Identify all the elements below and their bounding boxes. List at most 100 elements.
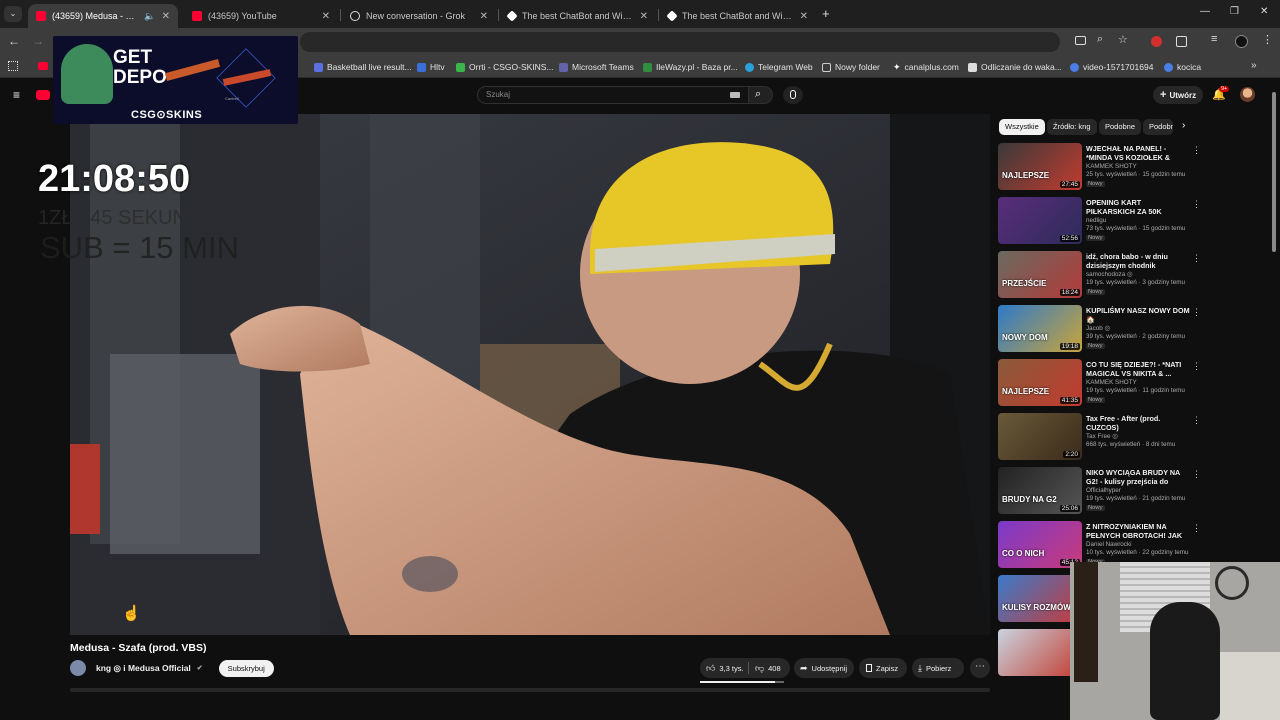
recommendation-channel[interactable]: Daniel Nawrocki — [1086, 541, 1132, 548]
bookmark-item[interactable]: IleWazy.pl - Baza pr... — [643, 60, 738, 74]
recommendation-title[interactable]: idź, chora babo - w dniu dzisiejszym cho… — [1086, 252, 1190, 270]
download-button[interactable]: ⤓ Pobierz — [918, 660, 951, 676]
keyboard-icon[interactable] — [730, 92, 740, 98]
bookmark-star-icon[interactable]: ☆ — [1118, 33, 1128, 46]
extensions-icon[interactable] — [1176, 36, 1187, 47]
recommendation-channel[interactable]: nedligu — [1086, 217, 1106, 224]
recommendation-item[interactable]: BRUDY NA G2 25:06 NIKO WYCIĄGA BRUDY NA G2… — [998, 467, 1201, 517]
hamburger-menu-icon[interactable]: ≡ — [13, 88, 20, 102]
restore-icon[interactable]: ❐ — [1230, 6, 1239, 17]
recommendation-title[interactable]: WJECHAŁ NA PANEL! - *MINDA VS KOZIOŁEK &… — [1086, 144, 1190, 162]
video-thumbnail[interactable]: 52:56 — [998, 197, 1082, 244]
share-button[interactable]: ➦ Udostępnij — [800, 660, 847, 676]
video-thumbnail[interactable]: NAJLEPSZE 41:35 — [998, 359, 1082, 406]
recommendation-item[interactable]: PRZEJŚCIE 18:24 idź, chora babo - w dniu d… — [998, 251, 1201, 301]
dislike-button[interactable]: 👎︎ 408 — [755, 660, 781, 676]
bookmark-item[interactable]: Telegram Web — [745, 60, 813, 74]
bookmark-item[interactable]: video-1571701694 — [1070, 60, 1153, 74]
video-thumbnail[interactable]: CO O NICH45:12 — [998, 521, 1082, 568]
recommendation-item[interactable]: NAJLEPSZE 41:35 CO TU SIĘ DZIEJE?! - *NATI… — [998, 359, 1201, 409]
extension-red-icon[interactable] — [1151, 36, 1162, 47]
channel-name[interactable]: kng ◎ i Medusa Official — [96, 663, 191, 674]
more-options-icon[interactable]: ⋮ — [1192, 523, 1201, 534]
more-options-icon[interactable]: ⋮ — [1192, 145, 1201, 156]
chips-next-icon[interactable]: › — [1182, 120, 1185, 131]
more-options-icon[interactable]: ⋮ — [1192, 361, 1201, 372]
chip-all[interactable]: Wszystkie — [999, 119, 1045, 135]
recommendation-item[interactable]: NAJLEPSZE 27:45 WJECHAŁ NA PANEL! - *MINDA… — [998, 143, 1201, 193]
media-control-icon[interactable]: ≡ — [1211, 33, 1217, 45]
video-thumbnail[interactable]: NOWY DOM 19:18 — [998, 305, 1082, 352]
recommendation-title[interactable]: CO TU SIĘ DZIEJE?! - *NATI MAGICAL VS NI… — [1086, 360, 1190, 378]
browser-tab-1[interactable]: (43659) YouTube ✕ — [184, 4, 338, 28]
close-tab-icon[interactable]: ✕ — [640, 11, 648, 22]
bookmark-folder[interactable]: Nowy folder — [822, 60, 880, 74]
recommendation-channel[interactable]: KAMMEK SHOTY — [1086, 163, 1137, 170]
cast-icon[interactable] — [1075, 36, 1086, 45]
more-bookmarks-icon[interactable]: » — [1251, 60, 1257, 71]
more-options-icon[interactable]: ⋮ — [1192, 199, 1201, 210]
close-window-icon[interactable]: ✕ — [1260, 6, 1268, 17]
bookmark-item[interactable]: Basketball live result... — [314, 60, 412, 74]
more-options-icon[interactable]: ⋮ — [1192, 253, 1201, 264]
close-tab-icon[interactable]: ✕ — [162, 11, 170, 22]
browser-tab-0[interactable]: (43659) Medusa - Szafa (pr 🔈 ✕ — [28, 4, 178, 28]
more-options-icon[interactable]: ⋮ — [1192, 469, 1201, 480]
address-bar[interactable] — [300, 32, 1060, 52]
forward-icon[interactable]: → — [32, 34, 44, 48]
recommendation-channel[interactable]: Jacob ◎ — [1086, 325, 1110, 332]
browser-menu-icon[interactable]: ⋮ — [1262, 33, 1273, 46]
bookmark-item[interactable]: Hltv — [417, 60, 445, 74]
close-tab-icon[interactable]: ✕ — [480, 11, 488, 22]
youtube-bookmark-icon[interactable] — [38, 62, 48, 70]
recommendation-channel[interactable]: Tax Free ◎ — [1086, 433, 1118, 440]
chip-similar-2[interactable]: Podobne — [1143, 119, 1173, 135]
recommendation-item[interactable]: 52:56 OPENING KART PIŁKARSKICH ZA 50K (ME… — [998, 197, 1201, 247]
new-tab-button[interactable]: + — [822, 6, 830, 21]
browser-tab-3[interactable]: The best ChatBot and Widgets ✕ — [500, 4, 656, 28]
recommendation-channel[interactable]: samochodoza ◎ — [1086, 271, 1132, 278]
recommendation-item[interactable]: 2:20 Tax Free - After (prod. CUZCOS) Tax F… — [998, 413, 1201, 463]
video-player[interactable] — [70, 114, 990, 635]
zoom-icon[interactable]: ⌕ — [1097, 33, 1103, 46]
close-tab-icon[interactable]: ✕ — [800, 11, 808, 22]
back-icon[interactable]: ← — [8, 34, 20, 48]
video-thumbnail[interactable]: PRZEJŚCIE 18:24 — [998, 251, 1082, 298]
minimize-icon[interactable]: — — [1200, 6, 1210, 17]
page-scrollbar[interactable] — [1272, 92, 1276, 252]
subscribe-button[interactable]: Subskrybuj — [218, 659, 274, 677]
recommendation-title[interactable]: OPENING KART PIŁKARSKICH ZA 50K (MERGHAN… — [1086, 198, 1190, 216]
close-tab-icon[interactable]: ✕ — [322, 11, 330, 22]
video-thumbnail[interactable]: NAJLEPSZE 27:45 — [998, 143, 1082, 190]
more-actions-icon[interactable]: ⋯ — [970, 658, 990, 678]
chip-source[interactable]: Źródło: kng — [1047, 119, 1097, 135]
bookmark-item[interactable]: Orrti - CSGO-SKINS... — [456, 60, 554, 74]
profile-avatar[interactable] — [1235, 35, 1248, 48]
browser-tab-2[interactable]: New conversation - Grok ✕ — [342, 4, 496, 28]
recommendation-channel[interactable]: KAMMEK SHOTY — [1086, 379, 1137, 386]
channel-avatar[interactable] — [70, 660, 86, 676]
recommendation-title[interactable]: Tax Free - After (prod. CUZCOS) — [1086, 414, 1190, 432]
video-thumbnail[interactable]: 2:20 — [998, 413, 1082, 460]
tab-search-button[interactable]: ⌄ — [4, 6, 22, 22]
save-button[interactable]: Zapisz — [866, 660, 898, 676]
recommendation-channel[interactable]: Officialhyper — [1086, 487, 1121, 494]
bookmark-item[interactable]: ✦ canalplus.com — [893, 60, 959, 74]
voice-search-button[interactable] — [783, 86, 803, 104]
search-input[interactable]: Szukaj — [477, 86, 749, 104]
bookmark-item[interactable]: Odliczanie do waka... — [968, 60, 1062, 74]
video-thumbnail[interactable]: BRUDY NA G2 25:06 — [998, 467, 1082, 514]
apps-grid-icon[interactable] — [8, 61, 18, 71]
recommendation-title[interactable]: KUPILIŚMY NASZ NOWY DOM 🏠 — [1086, 306, 1190, 324]
browser-tab-4[interactable]: The best ChatBot and Widgets ✕ — [660, 4, 816, 28]
more-options-icon[interactable]: ⋮ — [1192, 307, 1201, 318]
bookmark-item[interactable]: kocica — [1164, 60, 1201, 74]
recommendation-title[interactable]: NIKO WYCIĄGA BRUDY NA G2! - kulisy przej… — [1086, 468, 1190, 486]
search-button[interactable]: ⌕ — [749, 86, 773, 104]
create-button[interactable]: + Utwórz — [1153, 86, 1204, 104]
like-button[interactable]: 👍︎ 3,3 tys. — [706, 660, 744, 676]
recommendation-title[interactable]: Z NITROZYNIAKIEM NA PEŁNYCH OBROTACH! JA… — [1086, 522, 1190, 540]
chip-similar[interactable]: Podobne — [1099, 119, 1142, 135]
more-options-icon[interactable]: ⋮ — [1192, 415, 1201, 426]
recommendation-item[interactable]: NOWY DOM 19:18 KUPILIŚMY NASZ NOWY DOM 🏠 Ja… — [998, 305, 1201, 355]
